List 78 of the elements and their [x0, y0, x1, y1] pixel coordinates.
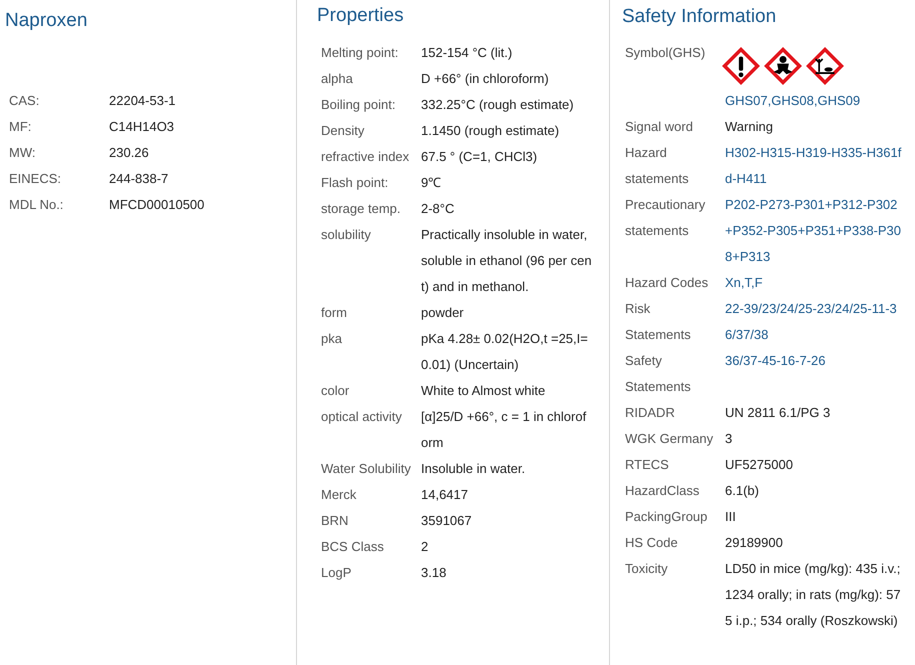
property-label: RTECS	[625, 456, 670, 474]
property-label: MDL No.:	[9, 196, 64, 214]
property-label: RIDADR	[625, 404, 676, 422]
property-label: Safety Statements	[625, 352, 692, 396]
property-value: MFCD00010500	[109, 196, 204, 214]
value-link[interactable]: P202-P273-P301+P312-P302+P352-P305+P351+P338-P308+P313	[725, 192, 903, 270]
property-label: CAS:	[9, 92, 40, 110]
property-label: Flash point:	[321, 174, 388, 192]
property-value: 9℃	[421, 174, 442, 192]
property-value: UN 2811 6.1/PG 3	[725, 404, 830, 422]
property-label: Merck	[321, 486, 356, 504]
property-value: [α]25/D +66°, c = 1 in chloroform	[421, 408, 588, 452]
property-label: storage temp.	[321, 200, 400, 218]
property-value: 1.1450 (rough estimate)	[421, 122, 560, 140]
section-title: Properties	[317, 4, 405, 28]
value-link[interactable]: 36/37-45-16-7-26	[725, 348, 826, 374]
property-label: HS Code	[625, 534, 679, 552]
property-value: 3591067	[421, 512, 472, 530]
property-value: 230.26	[109, 144, 149, 162]
property-label: Signal word	[625, 118, 694, 136]
property-label: color	[321, 382, 350, 400]
property-label: pka	[321, 330, 342, 348]
property-value: White to Almost white	[421, 382, 546, 400]
property-label: form	[321, 304, 347, 322]
property-value: D +66° (in chloroform)	[421, 70, 549, 88]
property-value: LD50 in mice (mg/kg): 435 i.v.; 1234 orally; in rats (mg/kg): 575 i.p.; 534 orally (Roszkowski)	[725, 560, 902, 630]
exclamation-icon	[721, 46, 761, 86]
property-label: Toxicity	[625, 560, 669, 578]
property-label: BRN	[321, 512, 348, 530]
property-value: 2	[421, 538, 428, 556]
property-label: refractive index	[321, 148, 410, 166]
property-label: MF:	[9, 118, 32, 136]
section-title: Safety Information	[622, 5, 778, 29]
property-label: Hazard statements	[625, 144, 690, 188]
property-label: HazardClass	[625, 482, 700, 500]
value-link[interactable]: GHS07,GHS08,GHS09	[725, 88, 860, 114]
property-label: solubility	[321, 226, 371, 244]
property-label: Hazard Codes	[625, 274, 710, 292]
property-value: UF5275000	[725, 456, 793, 474]
property-value: III	[725, 508, 736, 526]
environment-hazard-icon	[805, 46, 845, 86]
property-label: LogP	[321, 564, 352, 582]
property-label: Symbol(GHS)	[625, 44, 706, 62]
property-value: 244-838-7	[109, 170, 168, 188]
property-value: Insoluble in water.	[421, 460, 526, 478]
property-value: 3.18	[421, 564, 446, 582]
property-label: PackingGroup	[625, 508, 708, 526]
property-value: 14,6417	[421, 486, 468, 504]
property-value: 67.5 ° (C=1, CHCl3)	[421, 148, 538, 166]
property-label: MW:	[9, 144, 36, 162]
property-value: 3	[725, 430, 732, 448]
property-label: optical activity	[321, 408, 402, 426]
property-label: Precautionary statements	[625, 196, 706, 240]
property-label: Density	[321, 122, 364, 140]
property-label: BCS Class	[321, 538, 384, 556]
property-label: EINECS:	[9, 170, 62, 188]
value-link[interactable]: Xn,T,F	[725, 270, 763, 296]
property-value: powder	[421, 304, 464, 322]
section-title: Naproxen	[5, 9, 88, 33]
property-value: pKa 4.28± 0.02(H2O,t =25,I=0.01) (Uncertain)	[421, 330, 589, 374]
property-value: 2-8°C	[421, 200, 454, 218]
property-value: Warning	[725, 118, 773, 136]
value-link[interactable]: 22-39/23/24/25-23/24/25-11-36/37/38	[725, 296, 903, 348]
property-value: 6.1(b)	[725, 482, 759, 500]
property-value: 332.25°C (rough estimate)	[421, 96, 574, 114]
property-value: C14H14O3	[109, 118, 174, 136]
property-label: Melting point:	[321, 44, 398, 62]
health-hazard-icon	[763, 46, 803, 86]
property-label: Water Solubility	[321, 460, 411, 478]
property-label: Risk Statements	[625, 300, 692, 344]
property-label: Boiling point:	[321, 96, 396, 114]
property-value: 22204-53-1	[109, 92, 176, 110]
property-label: WGK Germany	[625, 430, 714, 448]
property-label: alpha	[321, 70, 353, 88]
property-value: 29189900	[725, 534, 783, 552]
property-value: Practically insoluble in water, soluble in ethanol (96 per cent) and in methanol.	[421, 226, 593, 296]
property-value: 152-154 °C (lit.)	[421, 44, 512, 62]
value-link[interactable]: H302-H315-H319-H335-H361fd-H411	[725, 140, 903, 192]
